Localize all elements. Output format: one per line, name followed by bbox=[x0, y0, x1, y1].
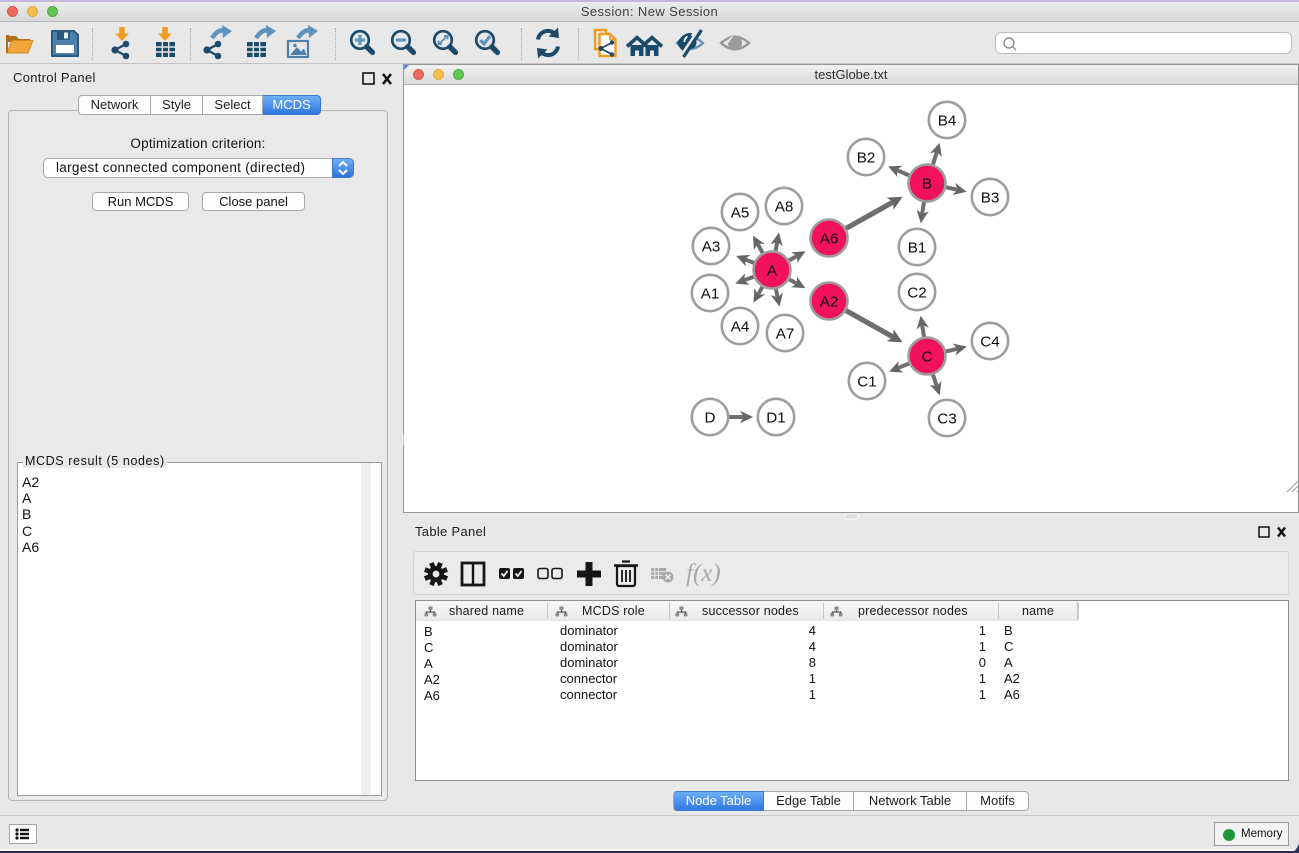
svg-text:C: C bbox=[922, 349, 933, 366]
svg-text:D: D bbox=[705, 410, 716, 427]
svg-text:B4: B4 bbox=[938, 113, 957, 130]
svg-text:C3: C3 bbox=[937, 411, 956, 428]
svg-text:A1: A1 bbox=[701, 286, 720, 303]
svg-text:A2: A2 bbox=[820, 294, 839, 311]
svg-text:D1: D1 bbox=[766, 410, 785, 427]
svg-text:B: B bbox=[922, 176, 932, 193]
svg-text:C4: C4 bbox=[980, 334, 999, 351]
svg-text:A3: A3 bbox=[702, 239, 721, 256]
svg-text:f(x): f(x) bbox=[686, 560, 721, 587]
svg-text:B3: B3 bbox=[981, 190, 1000, 207]
svg-text:A5: A5 bbox=[731, 205, 750, 222]
svg-text:C1: C1 bbox=[857, 374, 876, 391]
svg-text:A: A bbox=[767, 263, 778, 280]
svg-text:A4: A4 bbox=[731, 319, 750, 336]
svg-text:C2: C2 bbox=[907, 285, 926, 302]
svg-text:A7: A7 bbox=[776, 326, 795, 343]
svg-text:A6: A6 bbox=[820, 231, 839, 248]
svg-text:A8: A8 bbox=[775, 199, 794, 216]
svg-text:B1: B1 bbox=[908, 240, 927, 257]
svg-text:B2: B2 bbox=[857, 150, 876, 167]
